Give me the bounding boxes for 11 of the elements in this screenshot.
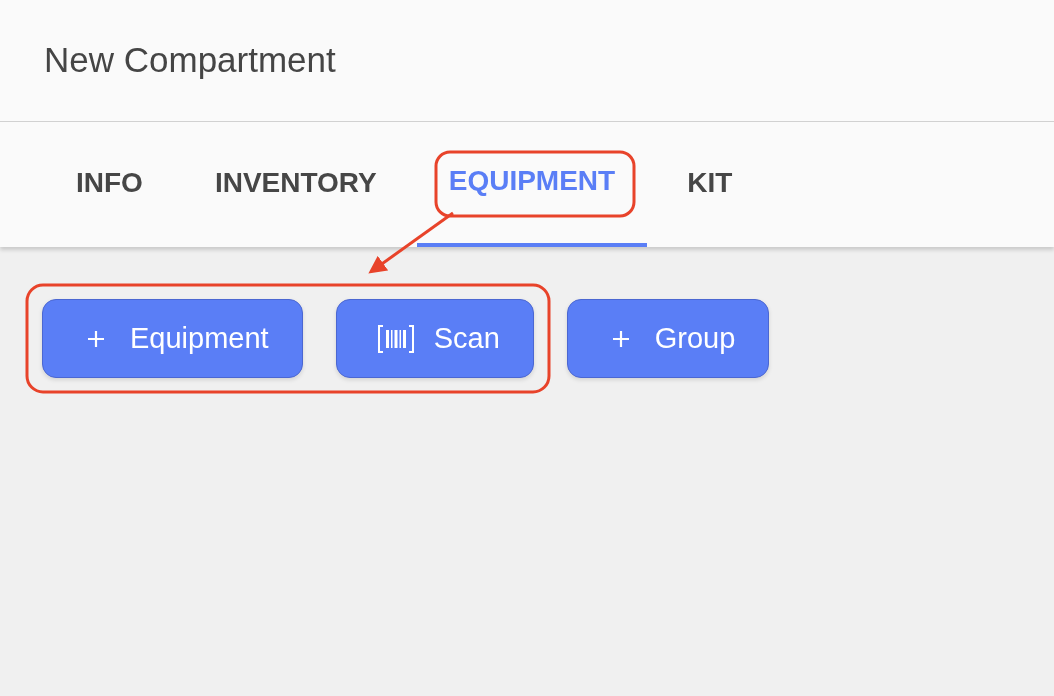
tab[interactable]: INVENTORY: [182, 122, 409, 247]
scan-button[interactable]: Scan: [335, 299, 534, 378]
add-button[interactable]: Equipment: [42, 299, 303, 378]
barcode-scan-icon: [377, 324, 414, 353]
tab[interactable]: INFO: [44, 122, 175, 247]
tab[interactable]: KIT: [655, 122, 765, 247]
add-button[interactable]: Group: [566, 299, 770, 378]
plus-icon: [88, 330, 104, 347]
tab[interactable]: EQUIPMENT: [416, 122, 648, 247]
page-title: New Compartment: [44, 39, 336, 80]
plus-icon: [612, 330, 629, 347]
